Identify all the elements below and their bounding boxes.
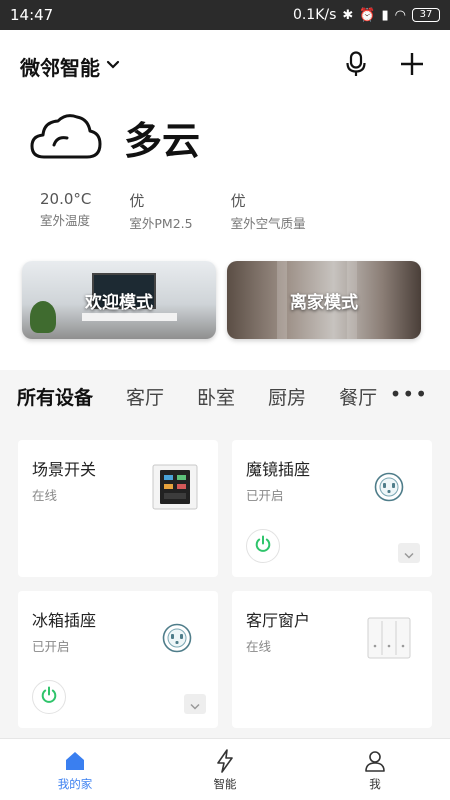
microphone-icon (345, 51, 367, 81)
home-icon (64, 748, 86, 774)
metric-value: 优 (230, 192, 246, 210)
metric-label: 室外温度 (40, 213, 91, 228)
weather-summary: 多云 (30, 110, 200, 165)
scene-welcome-card[interactable]: 欢迎模式 (22, 261, 216, 339)
room-tabs: 所有设备 客厅 卧室 厨房 餐厅 ••• (0, 370, 450, 422)
device-card-mirror-socket[interactable]: 魔镜插座 已开启 (232, 440, 432, 577)
nav-me[interactable]: 我 (300, 739, 450, 800)
nav-label: 我的家 (57, 776, 93, 791)
status-bar: 14:47 0.1K/s ✱ ⏰ ▮ ◠ 37 (0, 0, 450, 30)
signal-icon: ▮ (381, 7, 389, 23)
home-name: 微邻智能 (20, 55, 100, 80)
tv-cabinet-image (82, 313, 177, 321)
header-area: 微邻智能 多云 20.0°C 室外温度 优 室外PM2.5 优 室外空气质量 欢… (0, 30, 450, 370)
power-button[interactable] (246, 529, 280, 563)
net-speed: 0.1K/s (292, 7, 337, 23)
device-name: 场景开关 (32, 460, 97, 479)
status-time: 14:47 (10, 6, 54, 24)
socket-icon (374, 472, 404, 506)
device-name: 客厅窗户 (246, 611, 311, 630)
scene-away-card[interactable]: 离家模式 (227, 261, 421, 339)
device-status: 已开启 (246, 488, 284, 503)
add-button[interactable] (394, 48, 430, 84)
chevron-down-icon (106, 58, 120, 74)
plus-icon (400, 52, 424, 80)
metric-label: 室外空气质量 (230, 216, 306, 231)
device-name: 冰箱插座 (32, 611, 97, 630)
scene-label: 离家模式 (290, 292, 358, 313)
metric-label: 室外PM2.5 (129, 216, 193, 231)
tab-dining-room[interactable]: 餐厅 (339, 383, 377, 410)
metric-temperature: 20.0°C 室外温度 (40, 190, 91, 232)
device-status: 在线 (246, 639, 272, 654)
power-button[interactable] (32, 680, 66, 714)
nav-smart[interactable]: 智能 (150, 739, 300, 800)
socket-icon (162, 623, 192, 657)
device-status: 已开启 (32, 639, 70, 654)
nav-label: 我 (369, 776, 381, 791)
voice-button[interactable] (338, 48, 374, 84)
nav-label: 智能 (213, 776, 237, 791)
device-status: 在线 (32, 488, 58, 503)
tab-bedroom[interactable]: 卧室 (197, 383, 235, 410)
expand-button[interactable] (184, 694, 206, 714)
tab-kitchen[interactable]: 厨房 (268, 383, 306, 410)
metric-value: 20.0°C (40, 190, 92, 208)
chevron-down-icon (404, 544, 414, 563)
device-card-scene-switch[interactable]: 场景开关 在线 (18, 440, 218, 577)
bluetooth-icon: ✱ (342, 7, 354, 23)
plant-image (30, 301, 56, 333)
curtain-switch-icon (367, 617, 411, 663)
tab-living-room[interactable]: 客厅 (126, 383, 164, 410)
scene-switch-icon (152, 464, 198, 514)
scene-cards: 欢迎模式 离家模式 (22, 261, 422, 339)
weather-metrics: 20.0°C 室外温度 优 室外PM2.5 优 室外空气质量 (40, 190, 344, 232)
expand-button[interactable] (398, 543, 420, 563)
device-name: 魔镜插座 (246, 460, 311, 479)
scene-label: 欢迎模式 (85, 292, 153, 313)
alarm-icon: ⏰ (359, 7, 376, 23)
wifi-icon: ◠ (394, 7, 406, 23)
user-icon (364, 748, 386, 774)
device-card-living-room-window[interactable]: 客厅窗户 在线 (232, 591, 432, 728)
device-card-fridge-socket[interactable]: 冰箱插座 已开启 (18, 591, 218, 728)
nav-my-home[interactable]: 我的家 (0, 739, 150, 800)
more-tabs-icon[interactable]: ••• (390, 382, 428, 406)
home-selector[interactable]: 微邻智能 (20, 52, 120, 81)
power-icon (254, 535, 272, 557)
cloud-icon (30, 111, 102, 165)
metric-air-quality: 优 室外空气质量 (231, 190, 306, 232)
weather-condition: 多云 (124, 119, 201, 163)
metric-value: 优 (129, 192, 145, 210)
bottom-nav: 我的家 智能 我 (0, 738, 450, 800)
power-icon (40, 686, 58, 708)
battery-icon: 37 (412, 8, 440, 22)
chevron-down-icon (190, 695, 200, 714)
metric-pm25: 优 室外PM2.5 (129, 190, 192, 232)
app-bar: 微邻智能 (20, 48, 430, 84)
lightning-icon (215, 748, 235, 774)
curtain-image (277, 261, 287, 339)
tab-all-devices[interactable]: 所有设备 (17, 383, 93, 410)
